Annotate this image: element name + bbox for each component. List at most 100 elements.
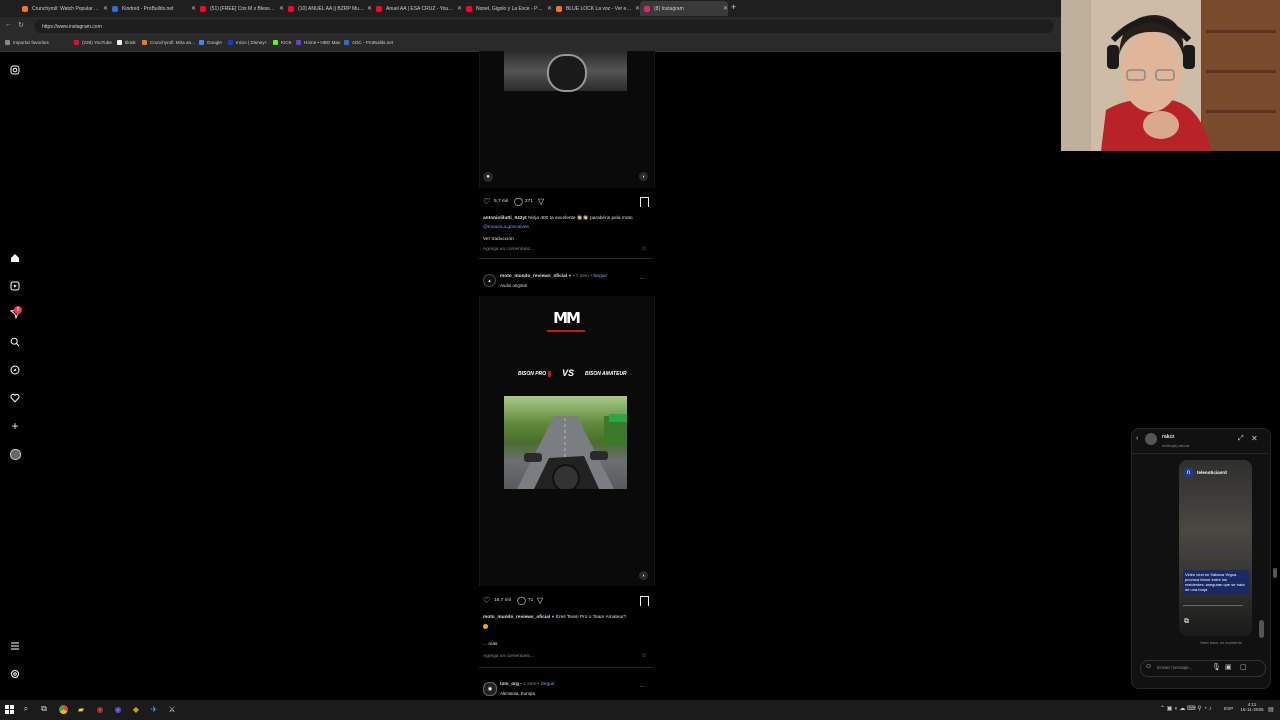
mute-icon[interactable]: ◗ [639, 172, 648, 181]
back-icon[interactable]: ← [5, 21, 12, 28]
more-link[interactable]: ... más [483, 642, 497, 647]
more-options-icon[interactable]: ··· [640, 276, 646, 282]
follow-button[interactable]: Seguir [593, 274, 607, 279]
explore-icon[interactable] [8, 363, 22, 377]
like-icon[interactable]: ♡ [483, 596, 490, 605]
file-explorer-icon[interactable]: ▰ [75, 703, 87, 715]
reels-icon[interactable] [8, 279, 22, 293]
comment-icon[interactable]: ◯ [517, 596, 526, 605]
comment-input[interactable]: Agrega un comentario... [483, 247, 534, 252]
create-icon[interactable]: + [8, 419, 22, 433]
tab-youtube-2[interactable]: (10) ANUEL AA || BZRP Music Se...✕ [284, 1, 372, 16]
like-icon[interactable]: ♡ [483, 197, 490, 206]
google-icon [199, 40, 204, 45]
page-scrollbar[interactable] [1273, 568, 1277, 578]
home-icon[interactable] [8, 251, 22, 265]
image-icon[interactable]: ▣ [1225, 663, 1232, 671]
share-icon[interactable]: ▽ [537, 596, 543, 605]
bookmark-tiktok[interactable]: tiktok [117, 40, 136, 45]
video-thumbnail[interactable] [504, 51, 627, 92]
emoji-icon[interactable]: ☺ [641, 246, 647, 252]
tab-youtube-4[interactable]: Nonel, Gigolo y La Exce - Pensán...✕ [462, 1, 552, 16]
post-username[interactable]: moto_mundo_reviews_oficial [500, 274, 567, 279]
caption-user[interactable]: moto_mundo_reviews_oficial [483, 615, 550, 620]
app-icon-1[interactable]: ◉ [94, 703, 106, 715]
bookmark-kick[interactable]: KICK [273, 40, 292, 45]
mention-link[interactable]: @moacir.a.goncalves [483, 225, 529, 230]
profile-icon[interactable] [8, 447, 22, 461]
microphone-icon[interactable]: 🎙 [1212, 663, 1221, 671]
bookmark-google[interactable]: Google [199, 40, 222, 45]
comment-input[interactable]: Agrega un comentario... [483, 654, 534, 659]
threads-icon[interactable] [8, 667, 22, 681]
chrome-icon[interactable] [57, 703, 69, 715]
app-icon-2[interactable]: ◉ [112, 703, 124, 715]
caption-user[interactable]: antoniolilutti_043yt [483, 216, 527, 221]
bookmark-hbo[interactable]: Home • HBO Max [296, 40, 340, 45]
menu-icon[interactable] [8, 639, 22, 653]
address-bar[interactable]: https://www.instagram.com [34, 20, 1054, 33]
shared-post-card[interactable]: n telenoticiasrd Video viral en Sabana Y… [1179, 460, 1252, 636]
versus-left: BISON PRO [518, 371, 547, 377]
video-thumbnail[interactable] [504, 396, 627, 489]
tab-crunchyroll[interactable]: Crunchyroll: Watch Popular Anim...✕ [18, 1, 108, 16]
follow-button[interactable]: Seguir [541, 682, 555, 687]
share-icon[interactable]: ▽ [538, 197, 544, 206]
reload-icon[interactable]: ↻ [18, 21, 24, 29]
chat-contact-name[interactable]: rakzz [1162, 434, 1175, 440]
location-link[interactable]: Alemania, Europa [500, 691, 535, 696]
emoji-icon[interactable]: ☺ [1145, 663, 1152, 670]
tagged-user-icon[interactable]: ● [483, 172, 493, 182]
language-indicator[interactable]: ESP [1224, 706, 1233, 711]
sticker-icon[interactable]: ▢ [1240, 663, 1247, 671]
bookmark-import[interactable]: Importar favoritos [5, 40, 49, 45]
see-translation-link[interactable]: Ver traducción [483, 237, 514, 242]
tab-youtube-3[interactable]: Anuel AA | ESA CRUZ - YouTube ✕ [372, 1, 462, 16]
clock[interactable]: 4:11 15-11-2025 [1240, 702, 1264, 712]
tab-bluelock[interactable]: BLUE LOCK La voz - Ver en Crun...✕ [552, 1, 640, 16]
post-divider [479, 667, 653, 668]
verified-icon: ● [551, 615, 555, 620]
more-options-icon[interactable]: ··· [640, 684, 646, 690]
bookmark-crunchyroll[interactable]: Crunchyroll: Mira an... [142, 40, 195, 45]
audio-link[interactable]: Audio original [500, 283, 527, 288]
app-icon-4[interactable]: ✈ [148, 703, 160, 715]
brand-logo: MM [553, 309, 581, 327]
avatar[interactable]: ◉ [483, 682, 497, 696]
bookmark-adc[interactable]: ADC - ProBuilds.net [344, 40, 393, 45]
save-icon[interactable] [640, 197, 649, 207]
save-icon[interactable] [640, 596, 649, 606]
avatar[interactable]: ▲ [483, 274, 496, 287]
chat-divider [1132, 453, 1269, 454]
notification-center-icon[interactable]: ▤ [1268, 706, 1274, 713]
bookmark-youtube[interactable]: (228) YouTube [74, 40, 112, 45]
scrollbar-thumb[interactable] [1259, 620, 1264, 638]
windows-start-icon[interactable] [3, 703, 15, 715]
mute-icon[interactable]: ◗ [639, 571, 648, 580]
app-icon-5[interactable]: ⚔ [166, 703, 178, 715]
new-tab-icon[interactable]: + [731, 2, 736, 12]
instagram-logo-icon[interactable] [8, 63, 22, 77]
comment-count: 271 [525, 199, 534, 204]
bookmark-disney[interactable]: Inicio | Disney+ [228, 40, 267, 45]
notifications-icon[interactable] [8, 391, 22, 405]
task-view-icon[interactable]: ⧉ [38, 703, 50, 715]
search-icon[interactable]: ⌕ [20, 703, 32, 715]
app-icon-3[interactable]: ◆ [130, 703, 142, 715]
verified-icon: ● [568, 274, 572, 279]
emoji-icon[interactable]: ☺ [641, 653, 647, 659]
tab-youtube-1[interactable]: (51) [FREE] Cris M x Blessd x To...✕ [196, 1, 284, 16]
expand-icon[interactable]: ⤢ [1238, 435, 1244, 443]
search-icon[interactable] [8, 335, 22, 349]
shared-account: telenoticiasrd [1197, 470, 1227, 475]
tab-instagram[interactable]: (8) Instagram ✕ [640, 1, 728, 16]
post-username[interactable]: txm_org [500, 682, 519, 687]
comment-icon[interactable]: ◯ [514, 197, 523, 206]
chevron-left-icon[interactable]: ‹ [1136, 435, 1138, 442]
logo-underline [547, 330, 585, 332]
close-icon[interactable]: ✕ [723, 5, 728, 12]
tray-icons[interactable]: ⌃ ▣ ◖ ☁ ⌨ ⚲ ◔ ♪ [1160, 705, 1212, 712]
tab-kindred[interactable]: Kindred - ProBuilds.net ✕ [108, 1, 196, 16]
avatar[interactable] [1145, 433, 1157, 445]
close-icon[interactable]: ✕ [1251, 434, 1258, 443]
